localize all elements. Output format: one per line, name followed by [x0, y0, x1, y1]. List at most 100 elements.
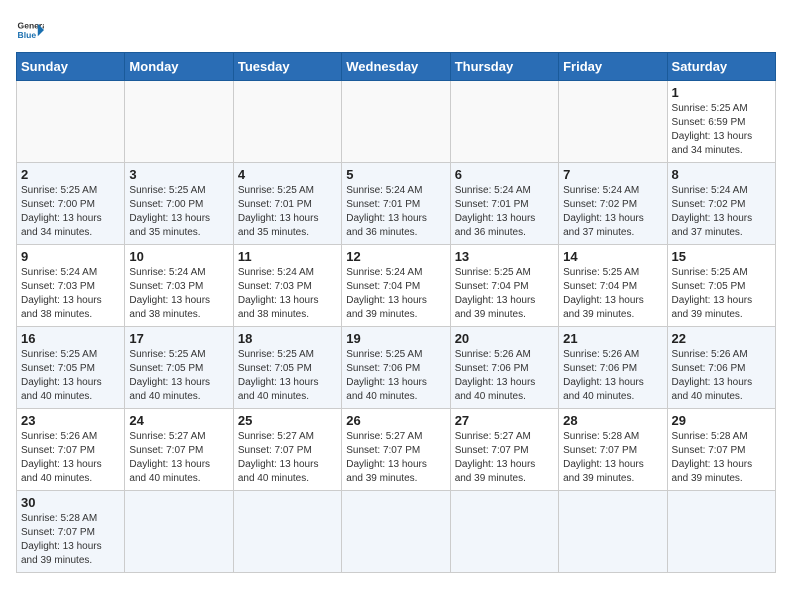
calendar-cell: 12 Sunrise: 5:24 AM Sunset: 7:04 PM Dayli… — [342, 245, 450, 327]
day-number: 14 — [563, 249, 662, 264]
day-info: Sunrise: 5:25 AM Sunset: 7:00 PM Dayligh… — [21, 184, 120, 240]
calendar-cell — [342, 81, 450, 163]
day-info: Sunrise: 5:28 AM Sunset: 7:07 PM Dayligh… — [672, 430, 771, 486]
day-info: Sunrise: 5:24 AM Sunset: 7:01 PM Dayligh… — [455, 184, 554, 240]
day-number: 28 — [563, 413, 662, 428]
day-info: Sunrise: 5:24 AM Sunset: 7:02 PM Dayligh… — [563, 184, 662, 240]
calendar-cell — [559, 81, 667, 163]
day-number: 8 — [672, 167, 771, 182]
calendar-cell: 13Sunrise: 5:25 AM Sunset: 7:04 PM Dayli… — [450, 245, 558, 327]
day-info: Sunrise: 5:27 AM Sunset: 7:07 PM Dayligh… — [129, 430, 228, 486]
calendar-week-6: 30 Sunrise: 5:28 AM Sunset: 7:07 PM Dayli… — [17, 491, 776, 573]
day-number: 18 — [238, 331, 337, 346]
day-number: 23 — [21, 413, 120, 428]
calendar-cell: 5 Sunrise: 5:24 AM Sunset: 7:01 PM Daylig… — [342, 163, 450, 245]
calendar-cell: 3 Sunrise: 5:25 AM Sunset: 7:00 PM Daylig… — [125, 163, 233, 245]
weekday-header-wednesday: Wednesday — [342, 53, 450, 81]
weekday-header-saturday: Saturday — [667, 53, 775, 81]
day-number: 15 — [672, 249, 771, 264]
calendar-cell: 17 Sunrise: 5:25 AM Sunset: 7:05 PM Dayli… — [125, 327, 233, 409]
calendar-cell — [342, 491, 450, 573]
day-number: 11 — [238, 249, 337, 264]
day-number: 27 — [455, 413, 554, 428]
calendar-cell: 6Sunrise: 5:24 AM Sunset: 7:01 PM Daylig… — [450, 163, 558, 245]
day-info: Sunrise: 5:25 AM Sunset: 7:05 PM Dayligh… — [672, 266, 771, 322]
calendar-cell: 4Sunrise: 5:25 AM Sunset: 7:01 PM Daylig… — [233, 163, 341, 245]
calendar-cell: 27 Sunrise: 5:27 AM Sunset: 7:07 PM Dayli… — [450, 409, 558, 491]
day-number: 17 — [129, 331, 228, 346]
calendar-cell: 7 Sunrise: 5:24 AM Sunset: 7:02 PM Daylig… — [559, 163, 667, 245]
calendar-cell: 24 Sunrise: 5:27 AM Sunset: 7:07 PM Dayli… — [125, 409, 233, 491]
day-info: Sunrise: 5:25 AM Sunset: 7:05 PM Dayligh… — [238, 348, 337, 404]
weekday-header-tuesday: Tuesday — [233, 53, 341, 81]
day-info: Sunrise: 5:24 AM Sunset: 7:03 PM Dayligh… — [129, 266, 228, 322]
day-number: 1 — [672, 85, 771, 100]
calendar-cell: 29 Sunrise: 5:28 AM Sunset: 7:07 PM Dayli… — [667, 409, 775, 491]
calendar-week-3: 9Sunrise: 5:24 AM Sunset: 7:03 PM Daylig… — [17, 245, 776, 327]
calendar-week-5: 23 Sunrise: 5:26 AM Sunset: 7:07 PM Dayli… — [17, 409, 776, 491]
calendar-cell — [450, 491, 558, 573]
calendar-cell: 26Sunrise: 5:27 AM Sunset: 7:07 PM Dayli… — [342, 409, 450, 491]
day-info: Sunrise: 5:24 AM Sunset: 7:03 PM Dayligh… — [21, 266, 120, 322]
day-number: 12 — [346, 249, 445, 264]
day-info: Sunrise: 5:24 AM Sunset: 7:04 PM Dayligh… — [346, 266, 445, 322]
weekday-header-friday: Friday — [559, 53, 667, 81]
day-info: Sunrise: 5:25 AM Sunset: 6:59 PM Dayligh… — [672, 102, 771, 158]
calendar-week-1: 1 Sunrise: 5:25 AM Sunset: 6:59 PM Daylig… — [17, 81, 776, 163]
day-info: Sunrise: 5:25 AM Sunset: 7:04 PM Dayligh… — [455, 266, 554, 322]
calendar-cell: 28Sunrise: 5:28 AM Sunset: 7:07 PM Dayli… — [559, 409, 667, 491]
logo-icon: General Blue — [16, 16, 44, 44]
day-info: Sunrise: 5:25 AM Sunset: 7:05 PM Dayligh… — [129, 348, 228, 404]
day-number: 2 — [21, 167, 120, 182]
calendar-cell — [125, 81, 233, 163]
calendar-cell: 22 Sunrise: 5:26 AM Sunset: 7:06 PM Dayli… — [667, 327, 775, 409]
day-info: Sunrise: 5:26 AM Sunset: 7:07 PM Dayligh… — [21, 430, 120, 486]
day-number: 7 — [563, 167, 662, 182]
calendar-cell — [559, 491, 667, 573]
calendar-week-2: 2 Sunrise: 5:25 AM Sunset: 7:00 PM Daylig… — [17, 163, 776, 245]
day-info: Sunrise: 5:25 AM Sunset: 7:00 PM Dayligh… — [129, 184, 228, 240]
day-info: Sunrise: 5:26 AM Sunset: 7:06 PM Dayligh… — [455, 348, 554, 404]
day-info: Sunrise: 5:24 AM Sunset: 7:01 PM Dayligh… — [346, 184, 445, 240]
calendar-cell — [125, 491, 233, 573]
day-info: Sunrise: 5:25 AM Sunset: 7:06 PM Dayligh… — [346, 348, 445, 404]
calendar-cell: 14 Sunrise: 5:25 AM Sunset: 7:04 PM Dayli… — [559, 245, 667, 327]
day-number: 25 — [238, 413, 337, 428]
weekday-header-row: SundayMondayTuesdayWednesdayThursdayFrid… — [17, 53, 776, 81]
day-info: Sunrise: 5:25 AM Sunset: 7:04 PM Dayligh… — [563, 266, 662, 322]
day-info: Sunrise: 5:27 AM Sunset: 7:07 PM Dayligh… — [238, 430, 337, 486]
calendar-cell: 25 Sunrise: 5:27 AM Sunset: 7:07 PM Dayli… — [233, 409, 341, 491]
calendar-week-4: 16Sunrise: 5:25 AM Sunset: 7:05 PM Dayli… — [17, 327, 776, 409]
calendar-cell: 8 Sunrise: 5:24 AM Sunset: 7:02 PM Daylig… — [667, 163, 775, 245]
day-number: 3 — [129, 167, 228, 182]
day-number: 5 — [346, 167, 445, 182]
day-number: 10 — [129, 249, 228, 264]
calendar-cell: 18 Sunrise: 5:25 AM Sunset: 7:05 PM Dayli… — [233, 327, 341, 409]
calendar-cell — [667, 491, 775, 573]
page-header: General Blue — [16, 16, 776, 44]
weekday-header-thursday: Thursday — [450, 53, 558, 81]
day-number: 19 — [346, 331, 445, 346]
calendar-cell — [233, 491, 341, 573]
day-number: 4 — [238, 167, 337, 182]
day-info: Sunrise: 5:25 AM Sunset: 7:05 PM Dayligh… — [21, 348, 120, 404]
day-info: Sunrise: 5:24 AM Sunset: 7:03 PM Dayligh… — [238, 266, 337, 322]
calendar-cell: 16Sunrise: 5:25 AM Sunset: 7:05 PM Dayli… — [17, 327, 125, 409]
calendar-cell: 10 Sunrise: 5:24 AM Sunset: 7:03 PM Dayli… — [125, 245, 233, 327]
day-info: Sunrise: 5:27 AM Sunset: 7:07 PM Dayligh… — [455, 430, 554, 486]
day-info: Sunrise: 5:24 AM Sunset: 7:02 PM Dayligh… — [672, 184, 771, 240]
day-number: 22 — [672, 331, 771, 346]
day-number: 24 — [129, 413, 228, 428]
calendar-cell — [17, 81, 125, 163]
day-number: 21 — [563, 331, 662, 346]
calendar-cell — [233, 81, 341, 163]
day-number: 30 — [21, 495, 120, 510]
day-number: 29 — [672, 413, 771, 428]
day-info: Sunrise: 5:28 AM Sunset: 7:07 PM Dayligh… — [21, 512, 120, 568]
day-info: Sunrise: 5:26 AM Sunset: 7:06 PM Dayligh… — [563, 348, 662, 404]
calendar-cell: 23 Sunrise: 5:26 AM Sunset: 7:07 PM Dayli… — [17, 409, 125, 491]
day-info: Sunrise: 5:26 AM Sunset: 7:06 PM Dayligh… — [672, 348, 771, 404]
day-number: 26 — [346, 413, 445, 428]
logo: General Blue — [16, 16, 48, 44]
calendar-cell: 2 Sunrise: 5:25 AM Sunset: 7:00 PM Daylig… — [17, 163, 125, 245]
